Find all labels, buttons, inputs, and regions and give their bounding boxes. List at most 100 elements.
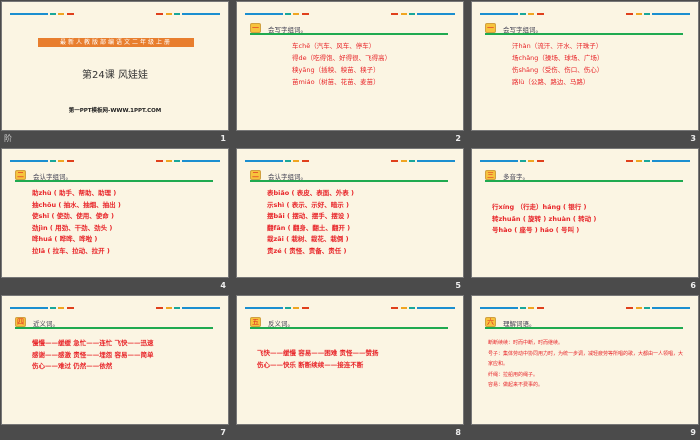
word-list: 汗hàn（流汗、汗水、汗珠子） 场chǎng（操场、球场、广场） 伤shāng（受伤… (512, 40, 603, 88)
transition-icon: 阶 (4, 134, 12, 143)
slide-number: 2 (455, 134, 461, 143)
word-line: 秧yāng（插秧、秧苗、秧子） (292, 66, 380, 74)
decorative-bars (480, 160, 690, 162)
word-line: 伤心——快乐 断断续续——接连不断 (257, 360, 364, 369)
definition-line: 断断续续：时而中断，时而继续。 (488, 340, 564, 346)
word-list: 车chē（汽车、风车、停车） 得de（吃得饱、好得很、飞得高） 秧yāng（插秧、秧… (292, 40, 391, 88)
word-line: 车chē（汽车、风车、停车） (292, 42, 376, 50)
definition-line: 纤绳：拉船用的绳子。 (488, 371, 539, 378)
slide-number: 8 (455, 428, 461, 437)
section-header: 二会认字组词。 (250, 170, 448, 182)
word-line: 示shì ( 表示、示好、暗示 ) (267, 200, 349, 209)
section-header: 四近义词。 (15, 317, 213, 329)
word-line: 伤shāng（受伤、伤口、伤心） (512, 66, 604, 74)
slide-5[interactable]: 二会认字组词。表biǎo ( 表皮、表面、外表 ) 示shì ( 表示、示好、暗示… (237, 149, 463, 277)
lesson-title: 第24课 风娃娃 (82, 70, 148, 81)
slide-6[interactable]: 三多音字。行xíng （行走）háng ( 银行 ) 转zhuǎn ( 旋转 ) … (472, 149, 698, 277)
section-badge: 三 (485, 170, 496, 180)
slide-thumbnail-6[interactable]: 三多音字。行xíng （行走）háng ( 银行 ) 转zhuǎn ( 旋转 ) … (470, 147, 700, 293)
word-line: 路lù（公路、路边、马路） (512, 78, 590, 86)
series-banner: 最新人教版部编语文二年级上册 (38, 38, 194, 47)
slide-thumbnail-7[interactable]: 四近义词。慢慢——缓缓 急忙——连忙 飞快——迅速 感谢——感激 责怪——埋怨 容… (0, 294, 234, 440)
section-header: 一会写字组词。 (485, 23, 683, 35)
slide-number: 9 (690, 428, 696, 437)
word-line: 责zé ( 责怪、责备、责任 ) (267, 246, 347, 255)
word-line: 号hào ( 座号 ) háo ( 号叫 ) (492, 226, 580, 234)
section-heading: 多音字。 (503, 173, 529, 181)
word-line: 慢慢——缓缓 急忙——连忙 飞快——迅速 (32, 339, 154, 347)
slide-number: 4 (220, 281, 226, 290)
section-heading: 理解词语。 (503, 320, 536, 328)
word-line: 汗hàn（流汗、汗水、汗珠子） (512, 42, 603, 50)
word-list: 行xíng （行走）háng ( 银行 ) 转zhuǎn ( 旋转 ) zhuàn… (492, 202, 596, 237)
slide-7[interactable]: 四近义词。慢慢——缓缓 急忙——连忙 飞快——迅速 感谢——感激 责怪——埋怨 容… (2, 296, 228, 424)
slide-8[interactable]: 五反义词。飞快——缓慢 容易——困难 责怪——赞扬 伤心——快乐 断断续续——接连… (237, 296, 463, 424)
definition-line: 容易：做起来不费事的。 (488, 382, 544, 388)
definition-line: 号子：集体劳动中协同用力时，为统一步调，减轻疲劳等所唱的歌，大都由一人领唱，大家… (488, 350, 684, 368)
decorative-bars (10, 13, 220, 15)
word-line: 使shǐ ( 使劲、使用、使命 ) (32, 212, 114, 220)
section-header: 一会写字组词。 (250, 23, 448, 35)
slide-thumbnail-2[interactable]: 一会写字组词。车chē（汽车、风车、停车） 得de（吃得饱、好得很、飞得高） 秧yā… (235, 0, 469, 146)
word-line: 哗huá ( 哗哗、哗啦 ) (32, 235, 98, 243)
decorative-bars (480, 307, 690, 309)
slide-number: 6 (690, 281, 696, 290)
section-badge: 五 (250, 317, 261, 327)
slide-thumbnail-4[interactable]: 二会认字组词。助zhù ( 助手、帮助、助理 ) 抽chōu ( 抽水、抽烟、抽出… (0, 147, 234, 293)
slide-thumbnail-3[interactable]: 一会写字组词。汗hàn（流汗、汗水、汗珠子） 场chǎng（操场、球场、广场） 伤s… (470, 0, 700, 146)
section-badge: 二 (250, 170, 261, 180)
section-header: 二会认字组词。 (15, 170, 213, 182)
slide-thumbnail-5[interactable]: 二会认字组词。表biǎo ( 表皮、表面、外表 ) 示shì ( 表示、示好、暗示… (235, 147, 469, 293)
section-header: 三多音字。 (485, 170, 683, 182)
word-line: 助zhù ( 助手、帮助、助理 ) (32, 189, 117, 197)
word-line: 栽zāi ( 栽树、栽花、栽倒 ) (267, 235, 349, 243)
word-line: 劲jìn ( 用劲、干劲、劲头 ) (32, 223, 113, 232)
word-line: 表biǎo ( 表皮、表面、外表 ) (267, 189, 354, 197)
section-heading: 会写字组词。 (503, 26, 542, 34)
slide-number: 7 (220, 428, 226, 437)
slide-4[interactable]: 二会认字组词。助zhù ( 助手、帮助、助理 ) 抽chōu ( 抽水、抽烟、抽出… (2, 149, 228, 277)
slide-9[interactable]: 六理解词语。断断续续：时而中断，时而继续。号子：集体劳动中协同用力时，为统一步调… (472, 296, 698, 424)
decorative-bars (10, 160, 220, 162)
section-badge: 四 (15, 317, 26, 327)
word-line: 转zhuǎn ( 旋转 ) zhuàn ( 转动 ) (492, 214, 597, 223)
word-list: 慢慢——缓缓 急忙——连忙 飞快——迅速 感谢——感激 责怪——埋怨 容易——简单… (32, 338, 154, 373)
section-heading: 反义词。 (268, 320, 294, 328)
section-heading: 会写字组词。 (268, 26, 307, 34)
word-line: 场chǎng（操场、球场、广场） (512, 54, 604, 62)
decorative-bars (245, 307, 455, 309)
word-line: 飞快——缓慢 容易——困难 责怪——赞扬 (257, 349, 379, 357)
site-watermark: 第一PPT模板网-WWW.1PPT.COM (68, 108, 162, 114)
section-header: 六理解词语。 (485, 317, 683, 329)
slide-number: 5 (455, 281, 461, 290)
section-heading: 会认字组词。 (33, 173, 72, 181)
slide-thumbnail-9[interactable]: 六理解词语。断断续续：时而中断，时而继续。号子：集体劳动中协同用力时，为统一步调… (470, 294, 700, 440)
slide-number: 1 (220, 134, 226, 143)
slide-3[interactable]: 一会写字组词。汗hàn（流汗、汗水、汗珠子） 场chǎng（操场、球场、广场） 伤s… (472, 2, 698, 130)
word-line: 苗miáo（树苗、花苗、麦苗） (292, 78, 380, 86)
word-list: 助zhù ( 助手、帮助、助理 ) 抽chōu ( 抽水、抽烟、抽出 ) 使shǐ … (32, 188, 121, 257)
word-line: 抽chōu ( 抽水、抽烟、抽出 ) (32, 200, 121, 209)
slide-2[interactable]: 一会写字组词。车chē（汽车、风车、停车） 得de（吃得饱、好得很、飞得高） 秧yā… (237, 2, 463, 130)
slide-thumbnail-1[interactable]: 最新人教版部编语文二年级上册 第24课 风娃娃 第一PPT模板网-WWW.1PP… (0, 0, 234, 146)
section-heading: 近义词。 (33, 320, 59, 328)
word-line: 伤心——难过 仍然——依然 (32, 362, 113, 370)
word-line: 得de（吃得饱、好得很、飞得高） (292, 54, 392, 62)
slide-number: 3 (690, 134, 696, 143)
decorative-bars (10, 307, 220, 309)
definitions: 断断续续：时而中断，时而继续。号子：集体劳动中协同用力时，为统一步调，减轻疲劳等… (488, 338, 686, 391)
word-line: 摆bǎi ( 摆动、摆手、摆设 ) (267, 212, 350, 220)
slide-1[interactable]: 最新人教版部编语文二年级上册 第24课 风娃娃 第一PPT模板网-WWW.1PP… (2, 2, 228, 130)
decorative-bars (245, 13, 455, 15)
word-line: 拉lā ( 拉车、拉动、拉开 ) (32, 246, 110, 255)
section-badge: 六 (485, 317, 496, 327)
word-line: 感谢——感激 责怪——埋怨 容易——简单 (32, 350, 154, 359)
section-badge: 一 (485, 23, 496, 33)
section-heading: 会认字组词。 (268, 173, 307, 181)
slide-thumbnail-8[interactable]: 五反义词。飞快——缓慢 容易——困难 责怪——赞扬 伤心——快乐 断断续续——接连… (235, 294, 469, 440)
word-list: 表biǎo ( 表皮、表面、外表 ) 示shì ( 表示、示好、暗示 ) 摆bǎi … (267, 188, 354, 257)
section-badge: 二 (15, 170, 26, 180)
word-line: 行xíng （行走）háng ( 银行 ) (492, 203, 587, 211)
section-header: 五反义词。 (250, 317, 448, 329)
decorative-bars (245, 160, 455, 162)
